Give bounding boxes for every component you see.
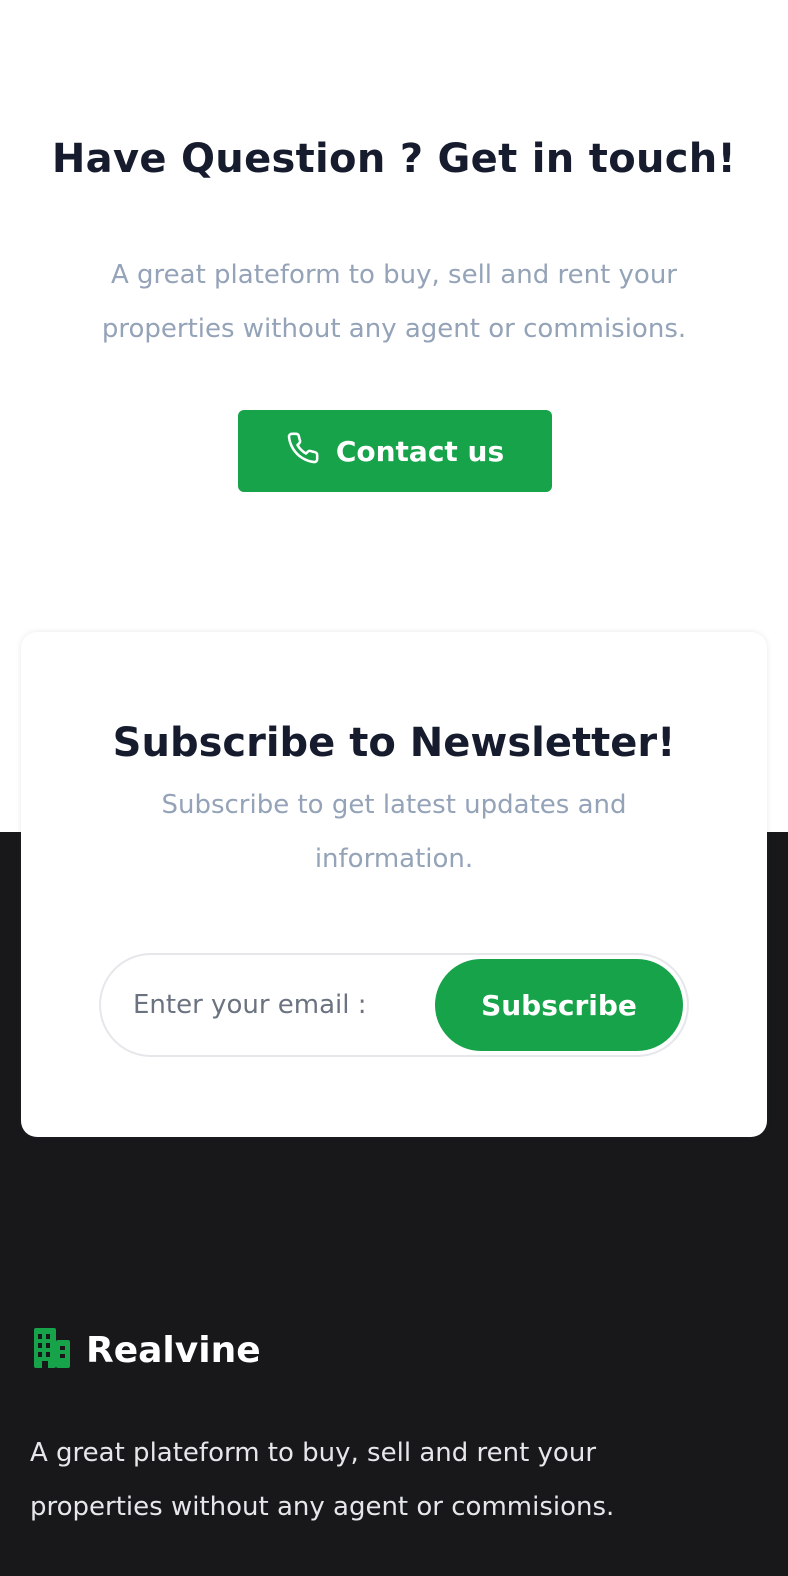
contact-title: Have Question ? Get in touch! (51, 136, 737, 182)
email-input[interactable] (101, 955, 431, 1055)
subscribe-form: Subscribe (99, 953, 689, 1057)
newsletter-title: Subscribe to Newsletter! (112, 720, 676, 766)
footer-description: A great plateform to buy, sell and rent … (30, 1438, 615, 1522)
subscribe-button[interactable]: Subscribe (435, 959, 683, 1051)
building-icon (32, 1326, 72, 1374)
phone-icon (286, 431, 320, 472)
contact-description: A great plateform to buy, sell and rent … (101, 260, 687, 344)
newsletter-description: Subscribe to get latest updates and info… (161, 790, 627, 874)
contact-us-label: Contact us (335, 434, 505, 468)
contact-us-button[interactable]: Contact us (238, 410, 552, 492)
brand-name: Realvine (86, 1329, 261, 1371)
page: Have Question ? Get in touch! A great pl… (0, 0, 788, 1576)
newsletter-card: Subscribe to Newsletter! Subscribe to ge… (21, 632, 767, 1137)
footer-brand[interactable]: Realvine (32, 1326, 261, 1374)
